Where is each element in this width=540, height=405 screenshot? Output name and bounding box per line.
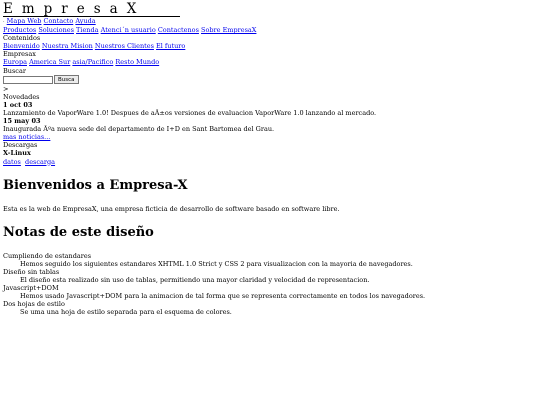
main-nav-sobre-empresax[interactable]: Sobre EmpresaX — [201, 26, 256, 34]
contents-title: Contenidos — [3, 34, 41, 43]
top-nav-mapa-web[interactable]: Mapa Web — [7, 17, 42, 25]
note-term: Dos hojas de estilo — [3, 300, 65, 309]
note-desc: Hemos usado Javascript+DOM para la anima… — [20, 292, 426, 301]
note-desc: Se uma una hoja de estilo separada para … — [20, 308, 232, 317]
bullet-icon: · — [3, 19, 5, 25]
notes-list: Cumpliendo de estandares Hemos seguido l… — [3, 252, 540, 317]
main-nav-tienda[interactable]: Tienda — [76, 26, 98, 34]
notes-heading: Notas de este diseño — [3, 224, 154, 240]
main-nav-contactenos[interactable]: Contactenos — [158, 26, 199, 34]
download-datos-link[interactable]: datos — [3, 158, 21, 166]
top-nav: · Mapa Web Contacto Ayuda — [3, 17, 540, 26]
note-term: Cumpliendo de estandares — [3, 251, 92, 260]
main-nav-soluciones[interactable]: Soluciones — [38, 26, 74, 34]
contents-item-bienvenido[interactable]: Bienvenido — [3, 42, 40, 50]
search-title: Buscar — [3, 66, 26, 75]
top-nav-ayuda[interactable]: Ayuda — [75, 17, 95, 25]
main-nav-productos[interactable]: Productos — [3, 26, 36, 34]
note-term: Javascript+DOM — [3, 284, 59, 293]
logo[interactable]: EmpresaX — [3, 0, 540, 17]
regions-title: Empresax — [3, 50, 36, 59]
news-text: Inaugurada Ãºa nueva sede del departamen… — [3, 125, 275, 134]
note-desc: El diseño esta realizado sin uso de tabl… — [20, 275, 370, 284]
region-europa[interactable]: Europa — [3, 58, 27, 66]
more-news-link[interactable]: mas noticias... — [3, 133, 50, 141]
logo-underline — [3, 16, 180, 17]
arrow-icon: > — [3, 84, 9, 93]
downloads-title: Descargas — [3, 141, 38, 150]
news-title: Novedades — [3, 92, 40, 101]
regions-nav: Europa America Sur asia/Pacifico Resto M… — [3, 58, 540, 66]
note-term: Diseño sin tablas — [3, 267, 60, 276]
page: EmpresaX · Mapa Web Contacto Ayuda Produ… — [0, 0, 540, 405]
intro-text: Esta es la web de EmpresaX, una empresa … — [3, 204, 340, 213]
contents-item-nuestros-clientes[interactable]: Nuestros Clientes — [95, 42, 154, 50]
main-nav: Productos Soluciones Tienda Atenci´n usu… — [3, 26, 540, 34]
download-descarga-link[interactable]: descarga — [25, 158, 55, 166]
search-form: Busca — [3, 75, 540, 85]
search-button[interactable]: Busca — [54, 75, 79, 85]
top-nav-contacto[interactable]: Contacto — [44, 17, 74, 25]
logo-text: EmpresaX — [3, 1, 146, 17]
search-input[interactable] — [3, 75, 53, 84]
region-asia-pacifico[interactable]: asia/Pacifico — [72, 58, 113, 66]
contents-nav: Bienvenido Nuestra Mision Nuestros Clien… — [3, 42, 540, 50]
news-date: 1 oct 03 — [3, 100, 33, 109]
download-product-name: X-Linux — [3, 149, 31, 158]
main-heading: Bienvenidos a Empresa-X — [3, 177, 188, 193]
note-desc: Hemos seguido los siguientes estandares … — [20, 259, 413, 268]
region-america-sur[interactable]: America Sur — [29, 58, 70, 66]
region-resto-mundo[interactable]: Resto Mundo — [115, 58, 159, 66]
news-text: Lanzamiento de VaporWare 1.0! Despues de… — [3, 108, 377, 117]
main-nav-atencion-usuario[interactable]: Atenci´n usuario — [101, 26, 156, 34]
download-links: datos descarga — [3, 158, 540, 166]
news-date: 15 may 03 — [3, 117, 41, 126]
contents-item-nuestra-mision[interactable]: Nuestra Mision — [42, 42, 93, 50]
contents-item-el-futuro[interactable]: El futuro — [156, 42, 185, 50]
